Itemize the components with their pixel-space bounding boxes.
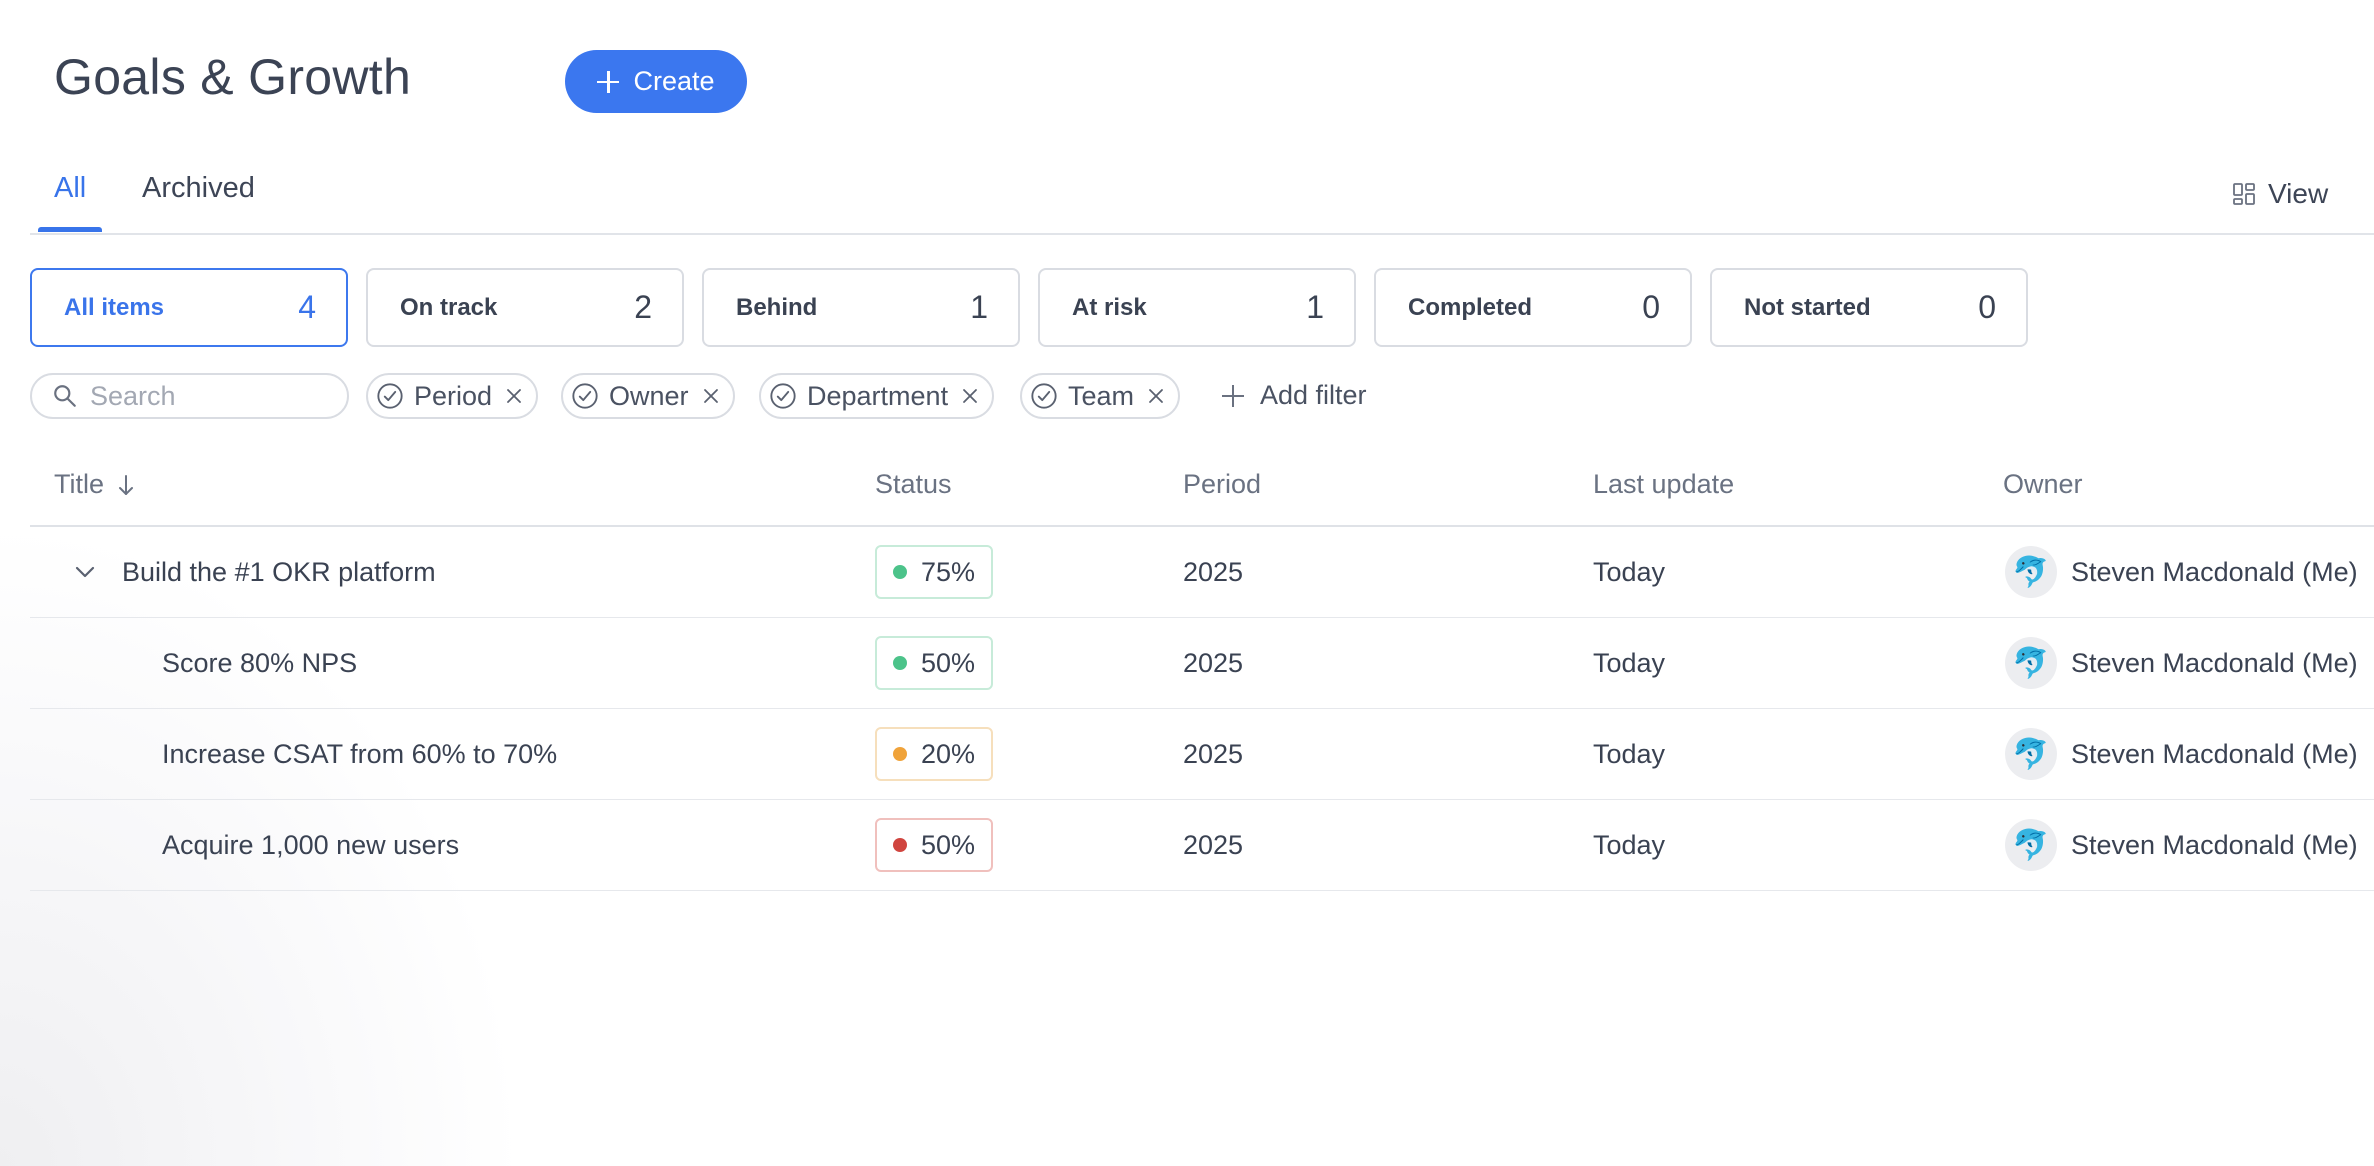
search-icon [54, 385, 76, 407]
column-header-title[interactable]: Title [54, 469, 136, 500]
status-card-on-track[interactable]: On track 2 [366, 268, 684, 347]
close-icon[interactable] [1148, 388, 1164, 404]
status-card-count: 2 [634, 289, 652, 325]
tab-all[interactable]: All [54, 172, 86, 205]
status-card-count: 0 [1642, 289, 1660, 325]
avatar: 🐬 [2005, 637, 2057, 689]
row-title[interactable]: Build the #1 OKR platform [122, 527, 436, 617]
filter-chip-label: Owner [609, 380, 689, 411]
status-card-count: 1 [970, 289, 988, 325]
status-dot [893, 565, 907, 579]
status-card-label: At risk [1072, 293, 1147, 321]
status-card-label: Completed [1408, 293, 1533, 321]
plus-icon [597, 70, 620, 93]
status-pill[interactable]: 50% [875, 636, 994, 690]
avatar: 🐬 [2005, 728, 2057, 780]
add-filter-label: Add filter [1260, 380, 1367, 410]
search-input[interactable] [88, 379, 332, 413]
filter-chip-label: Department [807, 380, 949, 411]
owner-name: Steven Macdonald (Me) [2071, 829, 2358, 860]
tab-archived[interactable]: Archived [142, 172, 255, 205]
filter-chip-owner[interactable]: Owner [561, 373, 735, 419]
column-header-status[interactable]: Status [875, 469, 952, 500]
status-dot [893, 747, 907, 761]
filter-chip-team[interactable]: Team [1020, 373, 1181, 419]
status-card-label: Behind [736, 293, 818, 321]
filter-chip-period[interactable]: Period [366, 373, 539, 419]
row-period: 2025 [1183, 738, 1244, 769]
status-dot [893, 656, 907, 670]
row-owner[interactable]: 🐬 Steven Macdonald (Me) [2005, 800, 2358, 890]
close-icon[interactable] [962, 388, 978, 404]
status-card-not-started[interactable]: Not started 0 [1710, 268, 2028, 347]
status-card-count: 0 [1978, 289, 1996, 325]
active-tab-indicator [38, 227, 102, 232]
column-header-label: Title [54, 469, 105, 499]
row-owner[interactable]: 🐬 Steven Macdonald (Me) [2005, 527, 2358, 617]
status-pill[interactable]: 50% [875, 818, 994, 872]
check-circle-icon [376, 382, 404, 410]
close-icon[interactable] [703, 388, 719, 404]
arrow-down-icon [119, 474, 134, 495]
tabs-divider [30, 233, 2374, 235]
row-owner[interactable]: 🐬 Steven Macdonald (Me) [2005, 709, 2358, 799]
view-button-label: View [2268, 178, 2329, 209]
page-title: Goals & Growth [54, 49, 412, 105]
row-period: 2025 [1183, 647, 1244, 678]
status-card-label: On track [400, 293, 498, 321]
row-title[interactable]: Increase CSAT from 60% to 70% [162, 709, 557, 799]
owner-name: Steven Macdonald (Me) [2071, 647, 2358, 678]
status-card-completed[interactable]: Completed 0 [1374, 268, 1692, 347]
row-title[interactable]: Score 80% NPS [162, 618, 357, 708]
view-button[interactable]: View [2232, 178, 2328, 210]
table-row[interactable]: Score 80% NPS 50% 2025 Today 🐬 Steven Ma… [30, 618, 2374, 709]
status-card-behind[interactable]: Behind 1 [702, 268, 1020, 347]
status-card-count: 1 [1306, 289, 1324, 325]
table-row[interactable]: Acquire 1,000 new users 50% 2025 Today 🐬… [30, 800, 2374, 891]
close-icon[interactable] [506, 388, 522, 404]
check-circle-icon [1030, 382, 1058, 410]
status-card-at-risk[interactable]: At risk 1 [1038, 268, 1356, 347]
status-value: 75% [921, 556, 976, 587]
search-box[interactable] [30, 373, 349, 419]
table-row[interactable]: Increase CSAT from 60% to 70% 20% 2025 T… [30, 709, 2374, 800]
row-last-update: Today [1593, 556, 1666, 587]
status-card-label: Not started [1744, 293, 1871, 321]
status-pill[interactable]: 20% [875, 727, 994, 781]
chevron-down-icon[interactable] [74, 527, 96, 617]
column-header-owner[interactable]: Owner [2003, 469, 2083, 500]
row-last-update: Today [1593, 647, 1666, 678]
row-last-update: Today [1593, 738, 1666, 769]
row-period: 2025 [1183, 829, 1244, 860]
status-card-label: All items [64, 293, 165, 321]
status-dot [893, 838, 907, 852]
table-row[interactable]: Build the #1 OKR platform 75% 2025 Today… [30, 527, 2374, 618]
status-value: 50% [921, 829, 976, 860]
layout-grid-icon [2233, 183, 2255, 205]
status-value: 50% [921, 647, 976, 678]
avatar: 🐬 [2005, 546, 2057, 598]
status-card-count: 4 [298, 289, 316, 325]
column-header-period[interactable]: Period [1183, 469, 1261, 500]
row-title[interactable]: Acquire 1,000 new users [162, 800, 459, 890]
status-card-all-items[interactable]: All items 4 [30, 268, 348, 347]
add-filter-button[interactable]: Add filter [1222, 380, 1367, 411]
filter-chip-label: Team [1068, 380, 1135, 411]
plus-icon [1222, 384, 1244, 407]
avatar: 🐬 [2005, 819, 2057, 871]
owner-name: Steven Macdonald (Me) [2071, 556, 2358, 587]
create-button[interactable]: Create [565, 50, 747, 113]
status-value: 20% [921, 738, 976, 769]
column-header-last-update[interactable]: Last update [1593, 469, 1734, 500]
row-owner[interactable]: 🐬 Steven Macdonald (Me) [2005, 618, 2358, 708]
create-button-label: Create [633, 66, 715, 96]
owner-name: Steven Macdonald (Me) [2071, 738, 2358, 769]
row-period: 2025 [1183, 556, 1244, 587]
filter-chip-label: Period [414, 380, 493, 411]
row-last-update: Today [1593, 829, 1666, 860]
check-circle-icon [769, 382, 797, 410]
check-circle-icon [571, 382, 599, 410]
status-pill[interactable]: 75% [875, 545, 994, 599]
filter-chip-department[interactable]: Department [759, 373, 995, 419]
